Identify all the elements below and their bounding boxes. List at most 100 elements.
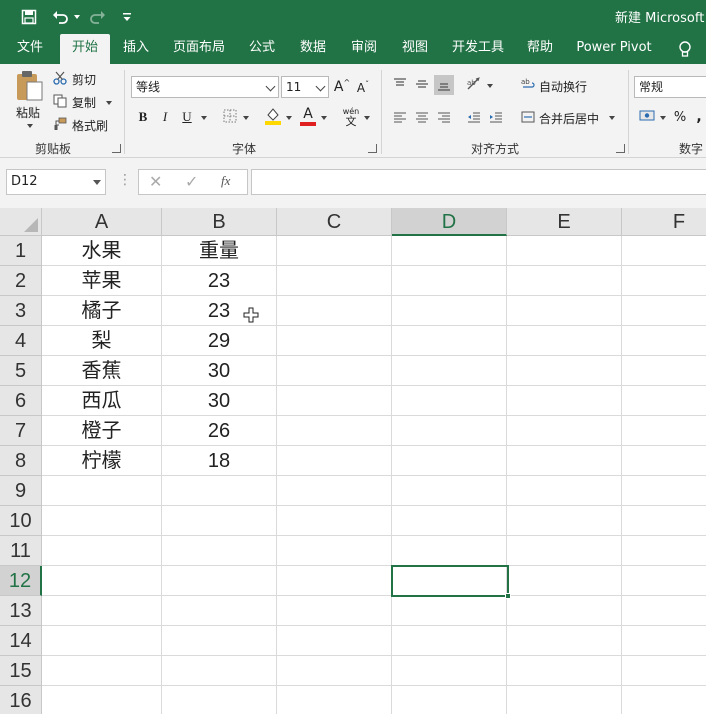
cell-f13[interactable] xyxy=(622,596,706,626)
cell-f6[interactable] xyxy=(622,386,706,416)
cell-a3[interactable]: 橘子 xyxy=(42,296,162,326)
cell-a13[interactable] xyxy=(42,596,162,626)
tab-developer[interactable]: 开发工具 xyxy=(446,34,510,64)
decrease-indent-icon[interactable] xyxy=(466,109,482,125)
shrink-font-button[interactable]: Aˇ xyxy=(356,80,370,96)
cell-a10[interactable] xyxy=(42,506,162,536)
cell-d4[interactable] xyxy=(392,326,507,356)
clipboard-launcher-icon[interactable] xyxy=(112,144,121,153)
italic-button[interactable]: I xyxy=(158,107,172,127)
cell-f14[interactable] xyxy=(622,626,706,656)
cell-d1[interactable] xyxy=(392,236,507,266)
cell-d14[interactable] xyxy=(392,626,507,656)
cell-e12[interactable] xyxy=(507,566,622,596)
tab-formulas[interactable]: 公式 xyxy=(242,34,282,64)
copy-icon[interactable] xyxy=(52,93,68,109)
cell-e15[interactable] xyxy=(507,656,622,686)
cell-f5[interactable] xyxy=(622,356,706,386)
cell-f7[interactable] xyxy=(622,416,706,446)
fill-color-dropdown-icon[interactable] xyxy=(286,116,292,120)
cell-e13[interactable] xyxy=(507,596,622,626)
cell-d3[interactable] xyxy=(392,296,507,326)
font-color-dropdown-icon[interactable] xyxy=(321,116,327,120)
cell-b3[interactable]: 23 xyxy=(162,296,277,326)
cell-b4[interactable]: 29 xyxy=(162,326,277,356)
cell-d7[interactable] xyxy=(392,416,507,446)
cell-b11[interactable] xyxy=(162,536,277,566)
tab-help[interactable]: 帮助 xyxy=(520,34,560,64)
active-cell-d12[interactable] xyxy=(391,565,509,597)
cell-a4[interactable]: 梨 xyxy=(42,326,162,356)
font-color-button[interactable]: A xyxy=(299,106,317,126)
cell-c8[interactable] xyxy=(277,446,392,476)
cell-c5[interactable] xyxy=(277,356,392,386)
cell-c14[interactable] xyxy=(277,626,392,656)
cell-c11[interactable] xyxy=(277,536,392,566)
select-all-button[interactable] xyxy=(0,208,42,236)
cell-a14[interactable] xyxy=(42,626,162,656)
cell-a15[interactable] xyxy=(42,656,162,686)
cell-f4[interactable] xyxy=(622,326,706,356)
cell-a11[interactable] xyxy=(42,536,162,566)
number-format-select[interactable]: 常规 xyxy=(634,76,706,98)
row-header-4[interactable]: 4 xyxy=(0,326,42,356)
cell-c7[interactable] xyxy=(277,416,392,446)
save-icon[interactable] xyxy=(18,6,40,28)
cell-f2[interactable] xyxy=(622,266,706,296)
format-painter-icon[interactable] xyxy=(52,116,68,132)
tab-insert[interactable]: 插入 xyxy=(116,34,156,64)
cell-e3[interactable] xyxy=(507,296,622,326)
tab-review[interactable]: 审阅 xyxy=(344,34,384,64)
cell-b6[interactable]: 30 xyxy=(162,386,277,416)
tab-page-layout[interactable]: 页面布局 xyxy=(168,34,230,64)
percent-style-button[interactable]: % xyxy=(673,108,687,126)
cell-a9[interactable] xyxy=(42,476,162,506)
align-right-icon[interactable] xyxy=(436,109,452,125)
wrap-text-icon[interactable]: ab xyxy=(520,76,536,92)
bottom-align-icon[interactable] xyxy=(434,75,454,95)
row-header-12[interactable]: 12 xyxy=(0,566,42,596)
orientation-icon[interactable]: ab xyxy=(466,76,484,92)
copy-dropdown-icon[interactable] xyxy=(106,101,112,105)
cell-e8[interactable] xyxy=(507,446,622,476)
format-painter-label[interactable]: 格式刷 xyxy=(72,117,108,134)
cell-b7[interactable]: 26 xyxy=(162,416,277,446)
redo-icon[interactable] xyxy=(86,6,108,28)
cell-e4[interactable] xyxy=(507,326,622,356)
paste-dropdown-icon[interactable] xyxy=(27,124,33,128)
phonetic-dropdown-icon[interactable] xyxy=(364,116,370,120)
customize-qat-icon[interactable] xyxy=(120,6,134,28)
copy-button-label[interactable]: 复制 xyxy=(72,94,96,111)
cell-f3[interactable] xyxy=(622,296,706,326)
formula-input[interactable] xyxy=(251,169,706,195)
cell-b16[interactable] xyxy=(162,686,277,714)
cell-d13[interactable] xyxy=(392,596,507,626)
cell-e6[interactable] xyxy=(507,386,622,416)
tab-data[interactable]: 数据 xyxy=(293,34,333,64)
cell-c3[interactable] xyxy=(277,296,392,326)
row-header-13[interactable]: 13 xyxy=(0,596,42,626)
cell-d15[interactable] xyxy=(392,656,507,686)
tab-file[interactable]: 文件 xyxy=(10,34,50,64)
align-center-icon[interactable] xyxy=(414,109,430,125)
cell-b1[interactable]: 重量 xyxy=(162,236,277,266)
cell-d9[interactable] xyxy=(392,476,507,506)
cell-f11[interactable] xyxy=(622,536,706,566)
cell-f9[interactable] xyxy=(622,476,706,506)
insert-function-icon[interactable]: fx xyxy=(221,173,230,189)
cell-b9[interactable] xyxy=(162,476,277,506)
cell-b10[interactable] xyxy=(162,506,277,536)
row-header-14[interactable]: 14 xyxy=(0,626,42,656)
cell-e14[interactable] xyxy=(507,626,622,656)
phonetic-button[interactable]: wén 文 xyxy=(340,106,362,128)
cell-c12[interactable] xyxy=(277,566,392,596)
accounting-dropdown-icon[interactable] xyxy=(660,116,666,120)
cell-c2[interactable] xyxy=(277,266,392,296)
lightbulb-icon[interactable] xyxy=(676,40,694,58)
cell-f12[interactable] xyxy=(622,566,706,596)
undo-icon[interactable] xyxy=(50,6,72,28)
cell-a7[interactable]: 橙子 xyxy=(42,416,162,446)
cell-f1[interactable] xyxy=(622,236,706,266)
fill-color-icon[interactable] xyxy=(264,106,282,126)
middle-align-icon[interactable] xyxy=(414,76,430,92)
